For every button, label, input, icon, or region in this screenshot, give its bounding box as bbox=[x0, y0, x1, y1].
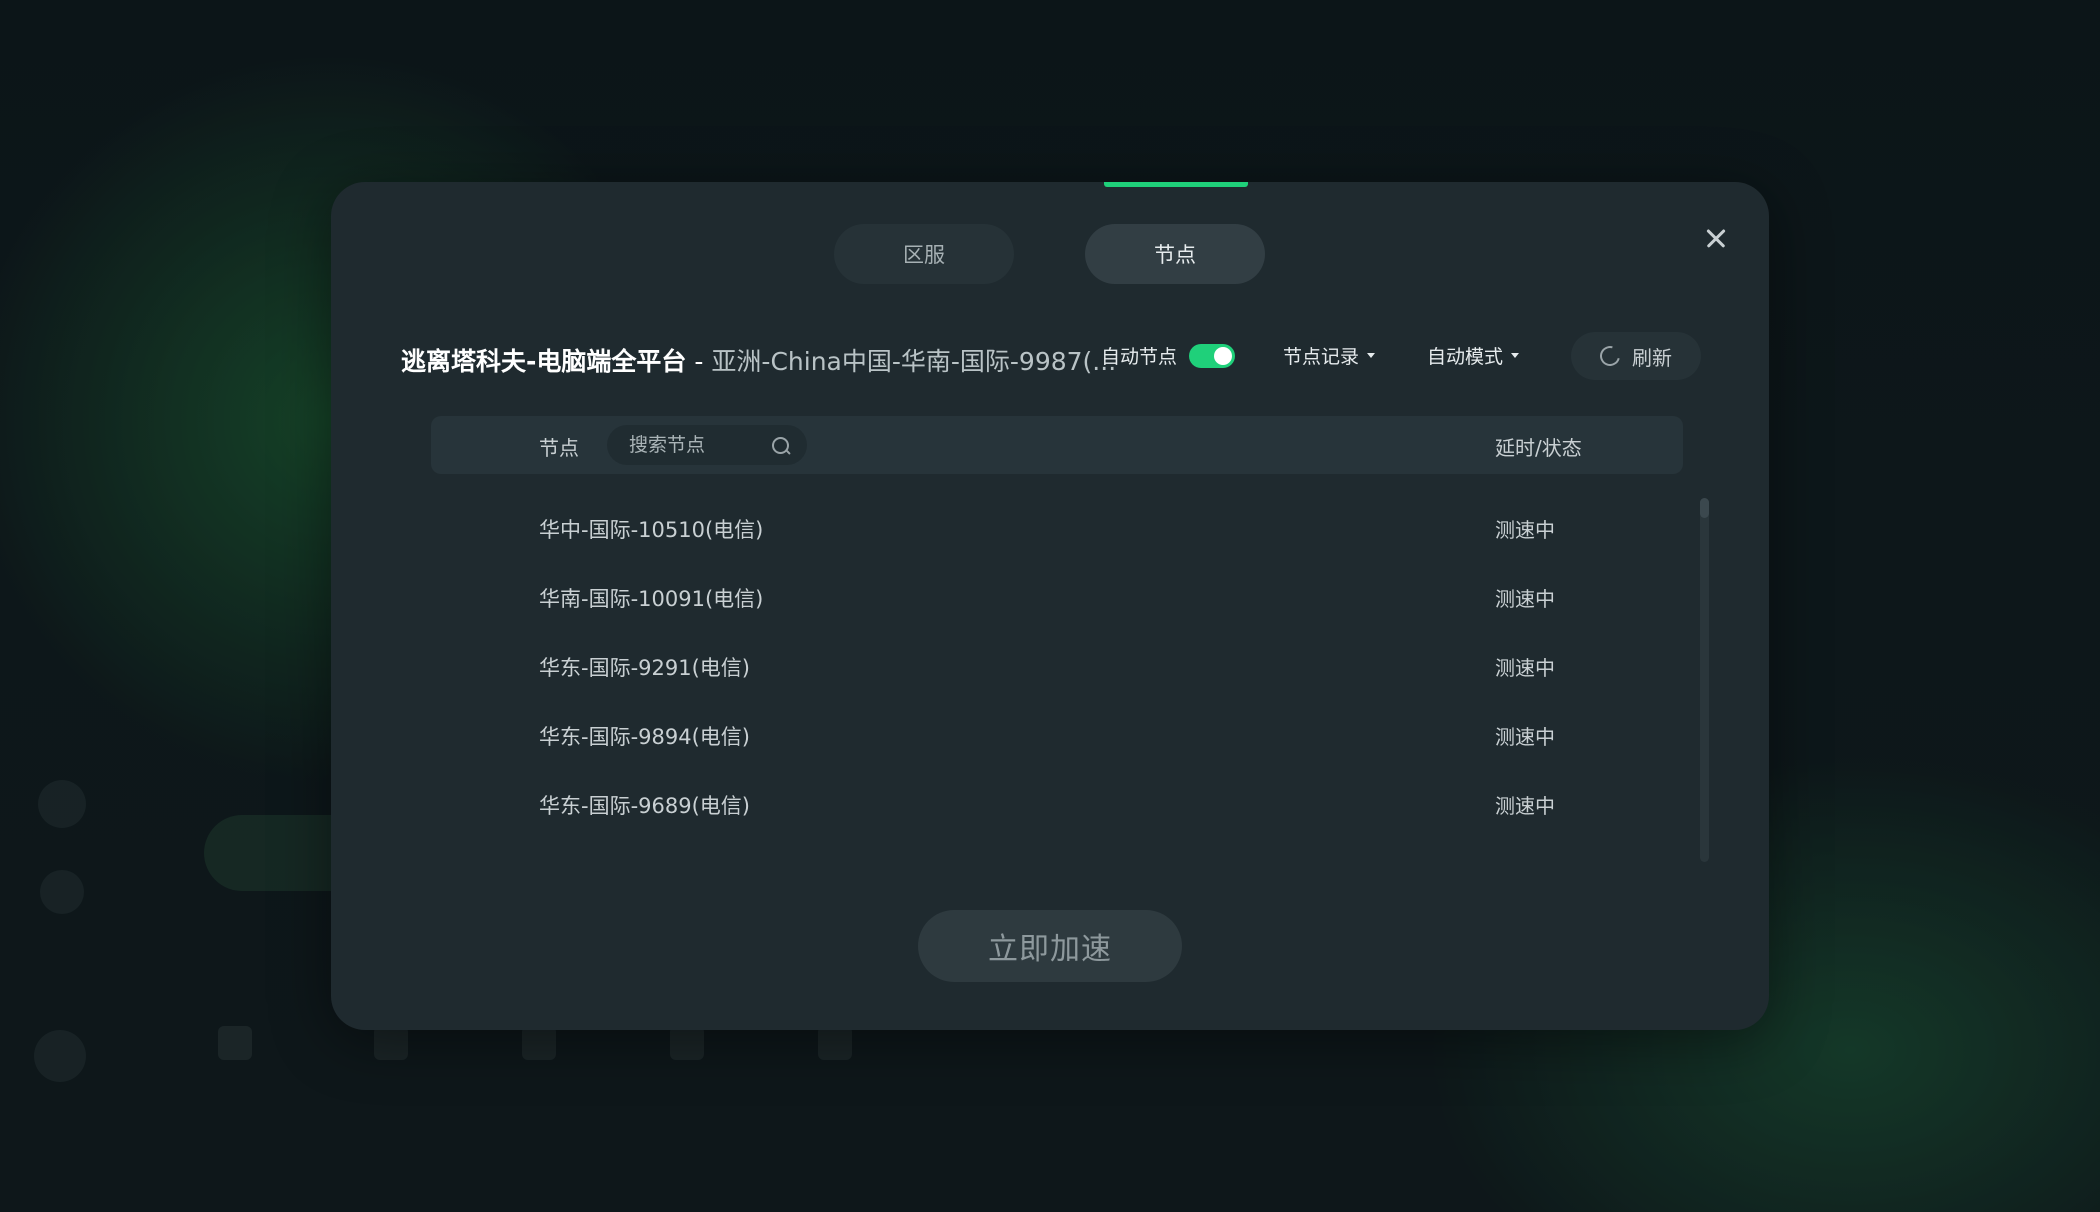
bg-tool-icon bbox=[818, 1026, 852, 1060]
column-header-node: 节点 bbox=[539, 436, 579, 460]
bg-tool-icon bbox=[374, 1026, 408, 1060]
node-list: 华中-国际-10510(电信) 测速中 华南-国际-10091(电信) 测速中 … bbox=[431, 494, 1683, 864]
close-icon[interactable] bbox=[1700, 222, 1732, 254]
node-status: 测速中 bbox=[1495, 587, 1555, 611]
route-separator: - bbox=[694, 347, 704, 376]
refresh-icon bbox=[1596, 342, 1624, 370]
auto-mode-label: 自动模式 bbox=[1427, 346, 1504, 368]
active-tab-indicator bbox=[1104, 182, 1248, 187]
toggle-knob bbox=[1214, 346, 1233, 365]
auto-node-label: 自动节点 bbox=[1101, 346, 1178, 368]
scrollbar-thumb[interactable] bbox=[1700, 498, 1709, 518]
node-status: 测速中 bbox=[1495, 794, 1555, 818]
node-table-header: 节点 延时/状态 bbox=[431, 416, 1683, 474]
current-route-line: 逃离塔科夫-电脑端全平台 - 亚洲-China中国-华南-国际-9987(... bbox=[401, 342, 1116, 378]
current-route: 亚洲-China中国-华南-国际-9987(... bbox=[711, 347, 1117, 376]
node-name: 华东-国际-9894(电信) bbox=[539, 725, 750, 749]
search-input[interactable] bbox=[607, 425, 769, 465]
refresh-label: 刷新 bbox=[1632, 345, 1672, 370]
accelerate-label: 立即加速 bbox=[988, 932, 1112, 967]
table-row[interactable]: 华东-国际-9894(电信) 测速中 bbox=[431, 701, 1683, 770]
node-select-dialog: 区服 节点 逃离塔科夫-电脑端全平台 - 亚洲-China中国-华南-国际-99… bbox=[331, 182, 1769, 1030]
table-row[interactable]: 华东-国际-9291(电信) 测速中 bbox=[431, 632, 1683, 701]
node-status: 测速中 bbox=[1495, 725, 1555, 749]
node-record-label: 节点记录 bbox=[1283, 346, 1360, 368]
caret-down-icon bbox=[1367, 353, 1376, 358]
node-list-scrollbar[interactable] bbox=[1700, 498, 1709, 862]
tab-region-label: 区服 bbox=[903, 243, 945, 267]
auto-node-toggle[interactable] bbox=[1189, 343, 1236, 368]
search-box bbox=[607, 425, 807, 465]
table-row[interactable]: 华中-国际-10510(电信) 测速中 bbox=[431, 494, 1683, 563]
table-row[interactable]: 华南-国际-10091(电信) 测速中 bbox=[431, 563, 1683, 632]
bg-tool-icon bbox=[218, 1026, 252, 1060]
auto-mode-dropdown[interactable]: 自动模式 bbox=[1427, 342, 1520, 369]
node-status: 测速中 bbox=[1495, 518, 1555, 542]
tab-node[interactable]: 节点 bbox=[1085, 224, 1265, 284]
caret-down-icon bbox=[1511, 353, 1520, 358]
node-record-dropdown[interactable]: 节点记录 bbox=[1283, 342, 1376, 369]
search-icon[interactable] bbox=[772, 437, 789, 454]
node-name: 华东-国际-9291(电信) bbox=[539, 656, 750, 680]
bg-tool-icon bbox=[670, 1026, 704, 1060]
node-name: 华中-国际-10510(电信) bbox=[539, 518, 764, 542]
node-name: 华南-国际-10091(电信) bbox=[539, 587, 764, 611]
column-header-latency: 延时/状态 bbox=[1495, 436, 1582, 460]
bg-sidebar-avatar-bottom bbox=[34, 1030, 86, 1082]
node-name: 华东-国际-9689(电信) bbox=[539, 794, 750, 818]
node-status: 测速中 bbox=[1495, 656, 1555, 680]
table-row[interactable]: 华东-国际-9689(电信) 测速中 bbox=[431, 770, 1683, 839]
bg-sidebar-icon bbox=[40, 870, 84, 914]
bg-sidebar-avatar bbox=[38, 780, 86, 828]
tab-region[interactable]: 区服 bbox=[834, 224, 1014, 284]
tab-node-label: 节点 bbox=[1154, 243, 1196, 267]
accelerate-now-button[interactable]: 立即加速 bbox=[918, 910, 1182, 982]
bg-tool-icon bbox=[522, 1026, 556, 1060]
game-name: 逃离塔科夫-电脑端全平台 bbox=[401, 347, 687, 376]
auto-node-control: 自动节点 bbox=[1101, 342, 1236, 369]
refresh-button[interactable]: 刷新 bbox=[1571, 332, 1701, 380]
